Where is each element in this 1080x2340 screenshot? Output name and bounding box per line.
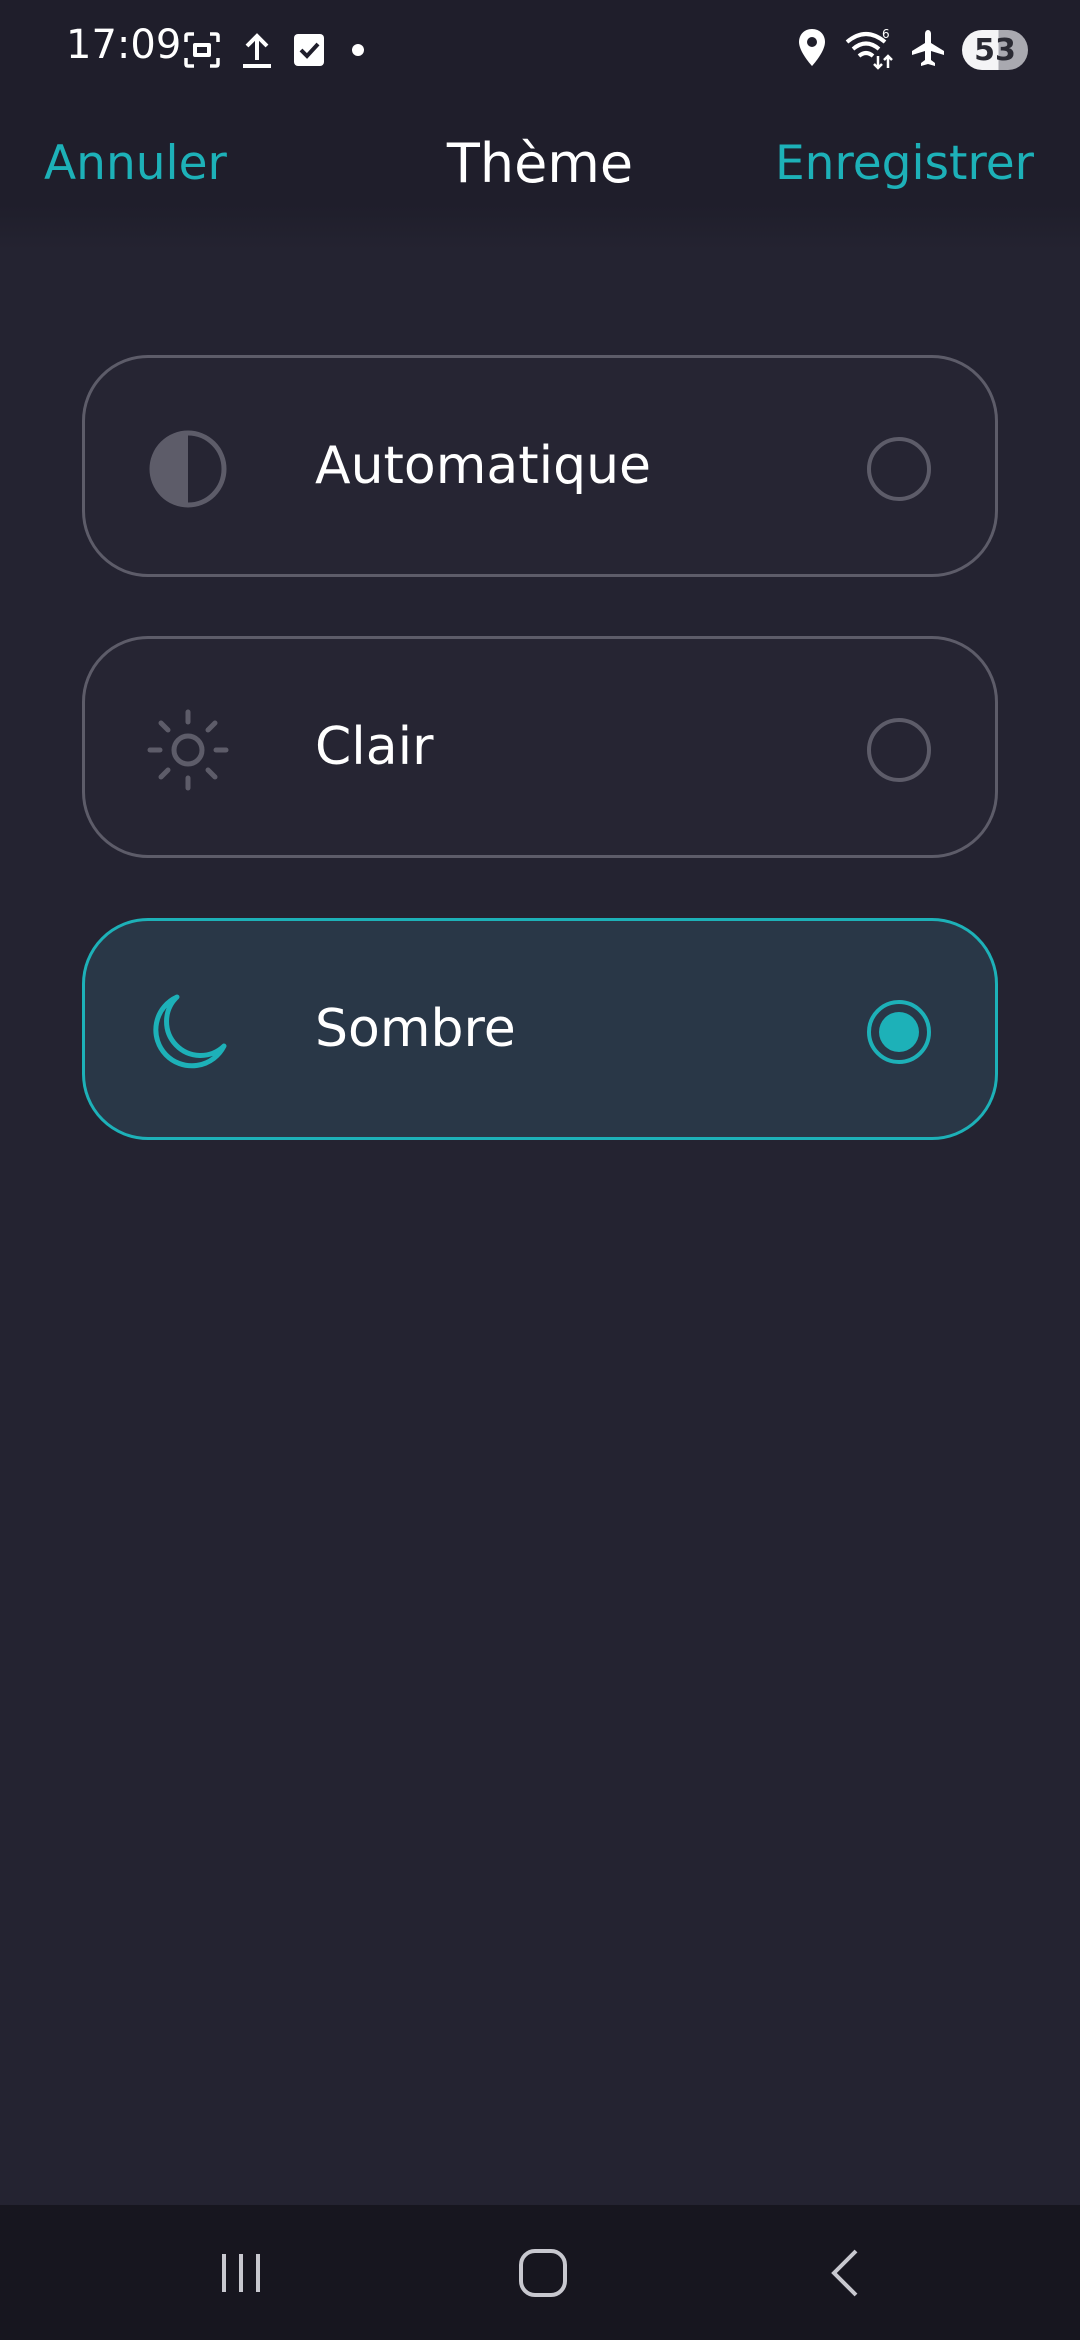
radio-button[interactable] — [867, 437, 931, 501]
wifi-icon: 6 — [844, 26, 894, 74]
navigation-bar — [0, 2205, 1080, 2340]
status-left-icons — [182, 30, 372, 74]
moon-icon — [147, 991, 229, 1073]
theme-option-clair[interactable]: Clair — [82, 636, 998, 858]
svg-text:6: 6 — [882, 27, 890, 41]
recent-apps-icon — [216, 2248, 266, 2302]
half-circle-icon — [147, 428, 229, 510]
status-time: 17:09 — [66, 22, 182, 68]
screenshot-icon — [182, 30, 222, 74]
radio-button[interactable] — [867, 718, 931, 782]
option-label: Sombre — [315, 999, 516, 1059]
upload-icon — [240, 30, 274, 74]
radio-dot — [879, 1012, 919, 1052]
theme-option-automatique[interactable]: Automatique — [82, 355, 998, 577]
checkbox-icon — [292, 30, 326, 74]
airplane-icon — [910, 28, 946, 72]
sun-icon — [147, 709, 229, 791]
save-button[interactable]: Enregistrer — [775, 136, 1034, 191]
back-icon — [820, 2247, 872, 2303]
option-label: Clair — [315, 717, 434, 777]
theme-screen: 17:09 6 53 Annuler Thème Enregistrer Aut… — [0, 0, 1080, 2340]
battery-indicator: 53 — [962, 30, 1028, 70]
recent-apps-button[interactable] — [181, 2235, 301, 2315]
home-button[interactable] — [483, 2235, 603, 2315]
status-bar: 17:09 6 53 — [0, 0, 1080, 100]
home-icon — [517, 2247, 569, 2303]
location-icon — [796, 26, 828, 74]
status-right-icons: 6 53 — [796, 26, 1028, 74]
dot-icon — [344, 30, 372, 74]
theme-option-sombre[interactable]: Sombre — [82, 918, 998, 1140]
option-label: Automatique — [315, 436, 652, 496]
back-button[interactable] — [786, 2235, 906, 2315]
radio-button-selected[interactable] — [867, 1000, 931, 1064]
header: Annuler Thème Enregistrer — [0, 100, 1080, 250]
